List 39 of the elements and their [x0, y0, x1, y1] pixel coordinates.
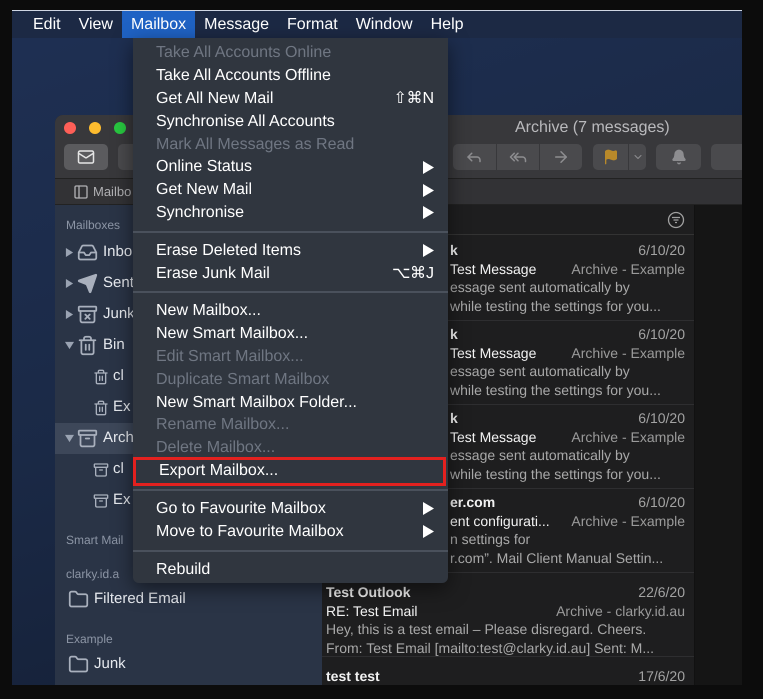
message-mailbox: Archive - Example	[571, 428, 685, 446]
sidebar-section-header: Example	[66, 631, 113, 648]
sidebar-section-header: Smart Mail	[66, 532, 124, 549]
message-date: 6/10/20	[638, 325, 685, 344]
message-subject: Test Message	[450, 260, 536, 278]
message-mailbox: Archive - Example	[571, 260, 685, 278]
message-preview: while testing the settings for you...	[450, 296, 662, 315]
message-date: 6/10/20	[638, 409, 685, 428]
message-subject: Test Message	[450, 344, 536, 362]
message-mailbox: Archive - Example	[571, 512, 685, 530]
message-mailbox: Archive - clarky.id.au	[556, 602, 685, 620]
message-preview: n settings for	[450, 530, 532, 548]
message-preview: essage sent automatically by	[450, 446, 631, 464]
message-preview: From: Test Email [mailto:test@clarky.id.au] Sent: M...	[326, 638, 656, 657]
message-preview: while testing the settings for you...	[450, 380, 662, 399]
message-subject: RE: Test Email	[326, 602, 418, 620]
message-mailbox: Archive - Example	[571, 344, 685, 362]
message-sender: k	[450, 241, 458, 260]
message-sender: er.com	[450, 493, 496, 512]
message-date: 22/6/20	[638, 583, 685, 602]
message-subject: Test Message	[450, 428, 536, 446]
shortcut-label: ⇧⌘N	[393, 89, 434, 109]
message-date: 6/10/20	[638, 493, 685, 512]
message-sender: k	[450, 409, 458, 428]
message-preview: essage sent automatically by	[450, 362, 631, 380]
message-sender: Test Outlook	[326, 583, 411, 602]
shortcut-label: ⌥⌘J	[392, 264, 434, 284]
window-title: Archive (7 messages)	[515, 118, 670, 138]
message-date: 17/6/20	[638, 667, 685, 685]
message-sender: k	[450, 325, 458, 344]
message-preview: r.com”. Mail Client Manual Settin...	[450, 548, 664, 567]
sidebar-section-header: clarky.id.a	[66, 566, 120, 583]
message-date: 6/10/20	[638, 241, 685, 260]
message-preview: essage sent automatically by	[450, 278, 631, 296]
sidebar-section-header: Mailboxes	[66, 217, 120, 234]
message-preview: while testing the settings for you...	[450, 464, 662, 483]
message-sender: test test	[326, 667, 380, 685]
message-subject: ent configurati...	[450, 512, 550, 530]
message-preview: Hey, this is a test email – Please disregard. Cheers.	[326, 620, 648, 638]
